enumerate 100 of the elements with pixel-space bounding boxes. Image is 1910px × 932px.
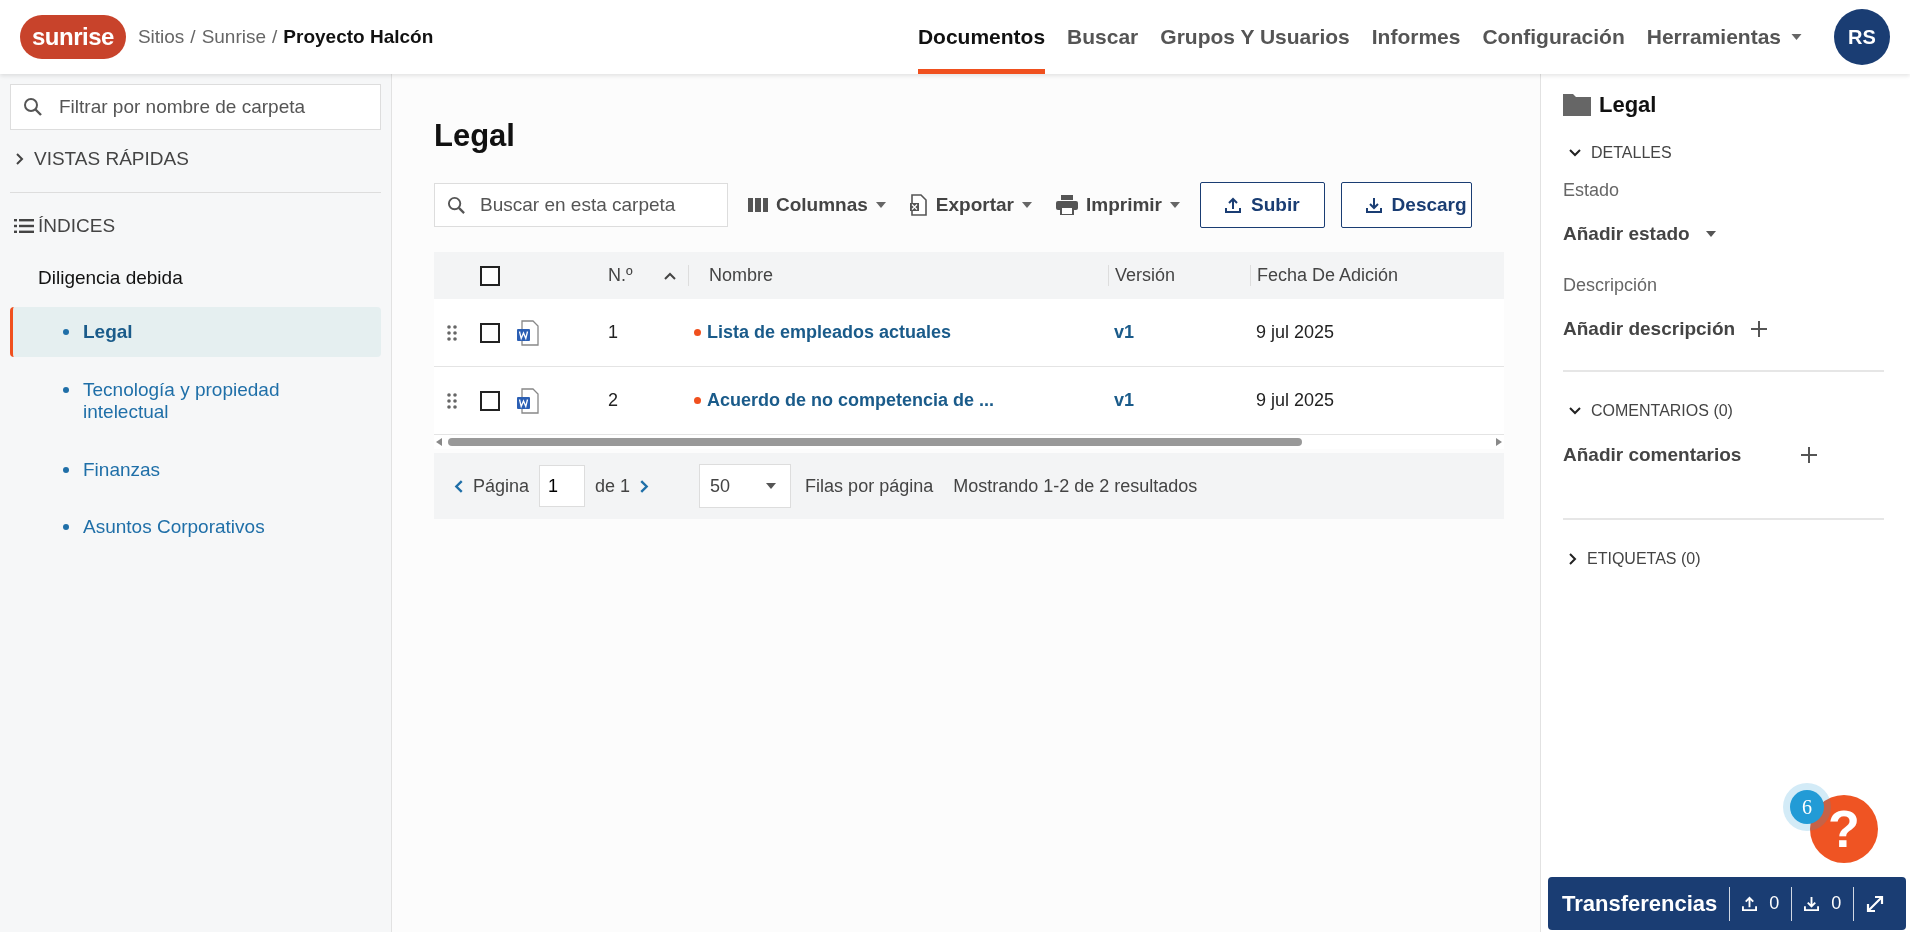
column-header[interactable]: Nombre [709, 265, 774, 286]
previous-page-icon[interactable] [454, 479, 463, 493]
tree-item[interactable]: Diligencia debida [10, 259, 381, 297]
nav-tab[interactable]: Herramientas [1646, 0, 1802, 74]
caret-icon [1170, 202, 1181, 208]
breadcrumb-link[interactable]: Proyecto Halcón [283, 26, 434, 48]
panel-title: Legal [1599, 92, 1657, 118]
caret-icon [1791, 34, 1802, 40]
column-header[interactable]: Versión [1115, 265, 1176, 285]
section-toggle[interactable]: COMENTARIOS (0) [1563, 398, 1884, 424]
caret-icon [766, 483, 777, 489]
upload-icon [1225, 197, 1242, 213]
next-page-icon[interactable] [640, 479, 650, 493]
document-link[interactable]: Lista de empleados actuales [707, 322, 952, 343]
download-button[interactable]: Descarg [1340, 182, 1472, 228]
breadcrumb-link[interactable]: Sitios [137, 26, 185, 48]
section-heading: ÍNDICES [38, 215, 116, 237]
columns-menu[interactable]: Columnas [744, 194, 890, 216]
folder-search-input[interactable]: Buscar en esta carpeta [478, 193, 727, 217]
bullet-icon [63, 329, 69, 335]
expand-icon[interactable] [1866, 894, 1885, 913]
chevron-icon [1569, 149, 1581, 157]
version-link[interactable]: v1 [1114, 390, 1135, 410]
page-label: Página [473, 475, 530, 497]
folder-filter-input[interactable]: Filtrar por nombre de carpeta [57, 95, 368, 119]
status-dot [694, 397, 701, 404]
tree-item[interactable]: Asuntos Corporativos [10, 502, 381, 553]
nav-tab[interactable]: Configuración [1482, 0, 1625, 74]
word-document-icon [517, 387, 539, 414]
status-dropdown[interactable]: Añadir estado [1563, 223, 1884, 245]
download-icon [1365, 197, 1382, 213]
plus-icon [1751, 321, 1768, 337]
table-cell-text: 1 [607, 322, 619, 343]
chevron-icon [1569, 553, 1577, 565]
section-toggle[interactable]: DETALLES [1563, 140, 1884, 166]
print-icon [1056, 195, 1078, 215]
table-cell-text: 2 [607, 390, 619, 411]
table-cell-text: 9 jul 2025 [1255, 322, 1336, 343]
caret-icon [1022, 202, 1032, 208]
folder-filter-field[interactable]: Filtrar por nombre de carpeta [10, 84, 381, 130]
transfers-bar[interactable]: Transferencias 0 0 [1548, 877, 1906, 930]
select-all-checkbox[interactable] [480, 265, 500, 286]
caret-icon [875, 202, 886, 208]
print-menu[interactable]: Imprimir [1052, 194, 1185, 216]
upload-button[interactable]: Subir [1200, 182, 1325, 228]
page-number-field[interactable]: 1 [539, 465, 586, 507]
upload-icon [1742, 896, 1758, 911]
plus-icon [1801, 447, 1818, 463]
spreadsheet-file-icon [909, 194, 928, 216]
quick-views-toggle[interactable]: VISTAS RÁPIDAS [10, 130, 381, 188]
status-dot [694, 329, 701, 336]
bullet-icon [63, 386, 69, 393]
nav-tab[interactable]: Buscar [1067, 0, 1139, 74]
tree-item[interactable]: Legal [10, 307, 381, 357]
section-toggle[interactable]: ETIQUETAS (0) [1563, 546, 1884, 572]
tree-item[interactable]: Finanzas [10, 444, 381, 495]
word-document-icon [517, 319, 539, 346]
scroll-right-icon[interactable] [1496, 438, 1502, 446]
chevron-icon [16, 153, 24, 165]
search-icon [23, 97, 43, 117]
nav-tab[interactable]: Grupos Y Usuarios [1160, 0, 1350, 74]
logo[interactable]: sunrise [20, 15, 126, 59]
export-menu[interactable]: Exportar [905, 194, 1036, 216]
page-count: de 1 [595, 475, 631, 497]
row-checkbox[interactable] [480, 390, 500, 411]
add-link[interactable]: Añadir descripción [1563, 318, 1884, 340]
columns-icon [748, 197, 768, 213]
list-icon [14, 219, 34, 233]
chevron-icon [1569, 407, 1581, 415]
scroll-left-icon[interactable] [436, 438, 442, 446]
search-icon [447, 195, 466, 215]
caret-icon [1705, 231, 1716, 237]
breadcrumb-separator: / [272, 26, 278, 48]
sort-up-icon[interactable] [664, 271, 676, 280]
column-header[interactable]: N.º [608, 265, 633, 286]
page-title: Legal [434, 118, 516, 154]
download-icon [1804, 896, 1820, 911]
bullet-icon [63, 524, 69, 531]
rows-per-page-label: Filas por página [805, 475, 934, 497]
document-link[interactable]: Acuerdo de no competencia de ... [707, 390, 995, 411]
table-cell-text: 9 jul 2025 [1255, 390, 1336, 411]
results-summary: Mostrando 1-2 de 2 resultados [953, 475, 1198, 497]
breadcrumb-separator: / [190, 26, 196, 48]
nav-tab[interactable]: Documentos [917, 0, 1046, 74]
tree-item[interactable]: Tecnología y propiedad intelectual [10, 364, 381, 437]
rows-per-page-select[interactable]: 50 [699, 464, 792, 508]
folder-icon [1563, 94, 1591, 116]
drag-handle-icon[interactable] [447, 324, 457, 341]
add-link[interactable]: Añadir comentarios [1563, 444, 1884, 466]
column-header[interactable]: Fecha De Adición [1257, 265, 1399, 285]
user-avatar[interactable]: RS [1834, 9, 1890, 65]
nav-tab[interactable]: Informes [1371, 0, 1461, 74]
drag-handle-icon[interactable] [447, 392, 457, 409]
breadcrumb-link[interactable]: Sunrise [201, 26, 267, 48]
row-checkbox[interactable] [480, 322, 500, 343]
field-label: Descripción [1563, 275, 1659, 296]
folder-search-field[interactable]: Buscar en esta carpeta [434, 183, 728, 227]
bullet-icon [63, 466, 69, 473]
field-label: Estado [1563, 180, 1621, 201]
version-link[interactable]: v1 [1114, 322, 1135, 342]
